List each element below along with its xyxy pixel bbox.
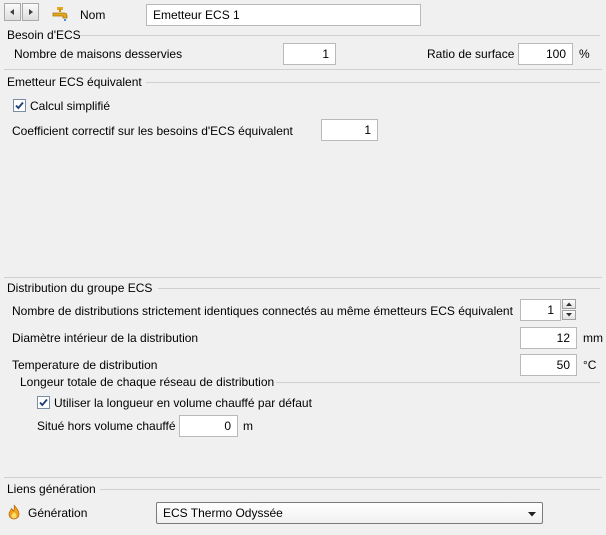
longueur-subsection-title: Longeur totale de chaque réseau de distr… — [20, 375, 275, 389]
ratio-input[interactable]: 100 — [518, 43, 573, 65]
emetteur-top-line — [4, 69, 602, 70]
generation-label: Génération — [28, 506, 88, 520]
spin-up-button[interactable] — [562, 299, 576, 309]
generation-select[interactable]: ECS Thermo Odyssée — [156, 502, 543, 524]
longueur-separator — [276, 382, 600, 383]
prev-button[interactable] — [4, 3, 21, 21]
liens-section-title: Liens génération — [7, 482, 96, 496]
spin-down-icon — [566, 313, 572, 317]
liens-top-line — [4, 477, 602, 478]
arrow-right-icon — [29, 9, 33, 15]
name-label: Nom — [80, 8, 106, 22]
diametre-label: Diamètre intérieur de la distribution — [12, 331, 199, 345]
flame-icon — [8, 504, 20, 520]
distribution-separator — [158, 288, 600, 289]
diametre-input[interactable]: 12 — [520, 327, 577, 349]
checkmark-icon — [15, 101, 24, 110]
ratio-label: Ratio de surface — [427, 47, 515, 61]
name-input[interactable]: Emetteur ECS 1 — [146, 4, 421, 26]
utiliser-longueur-checkbox[interactable] — [37, 396, 50, 409]
emetteur-section-title: Emetteur ECS équivalent — [7, 75, 142, 89]
next-button[interactable] — [22, 3, 39, 21]
temp-label: Temperature de distribution — [12, 358, 158, 372]
spin-up-icon — [566, 302, 572, 306]
hors-volume-label: Situé hors volume chauffé — [37, 419, 176, 433]
liens-separator — [100, 489, 600, 490]
nb-distrib-label: Nombre de distributions strictement iden… — [12, 304, 513, 318]
distribution-section-title: Distribution du groupe ECS — [7, 281, 153, 295]
arrow-left-icon — [10, 9, 14, 15]
chevron-down-icon — [528, 512, 536, 517]
generation-select-value: ECS Thermo Odyssée — [163, 506, 283, 520]
coef-input[interactable]: 1 — [321, 119, 378, 141]
utiliser-longueur-label: Utiliser la longueur en volume chauffé p… — [54, 396, 312, 410]
ratio-unit: % — [579, 47, 590, 61]
hors-volume-unit: m — [243, 419, 253, 433]
temp-unit: °C — [583, 358, 597, 372]
besoin-section-title: Besoin d'ECS — [7, 28, 81, 42]
checkmark-icon — [39, 398, 48, 407]
calcul-simplifie-checkbox[interactable] — [13, 99, 26, 112]
faucet-icon — [52, 7, 68, 21]
distribution-top-line — [4, 277, 602, 278]
emetteur-separator — [146, 82, 600, 83]
calcul-simplifie-label: Calcul simplifié — [30, 99, 111, 113]
besoin-separator — [80, 35, 600, 36]
spin-down-button[interactable] — [562, 310, 576, 320]
hors-volume-input[interactable]: 0 — [179, 415, 238, 437]
nb-maisons-label: Nombre de maisons desservies — [14, 47, 183, 61]
coef-label: Coefficient correctif sur les besoins d'… — [12, 124, 293, 138]
diametre-unit: mm — [583, 331, 603, 345]
temp-input[interactable]: 50 — [520, 354, 577, 376]
nb-maisons-input[interactable]: 1 — [283, 43, 336, 65]
nb-distrib-input[interactable]: 1 — [520, 299, 561, 321]
